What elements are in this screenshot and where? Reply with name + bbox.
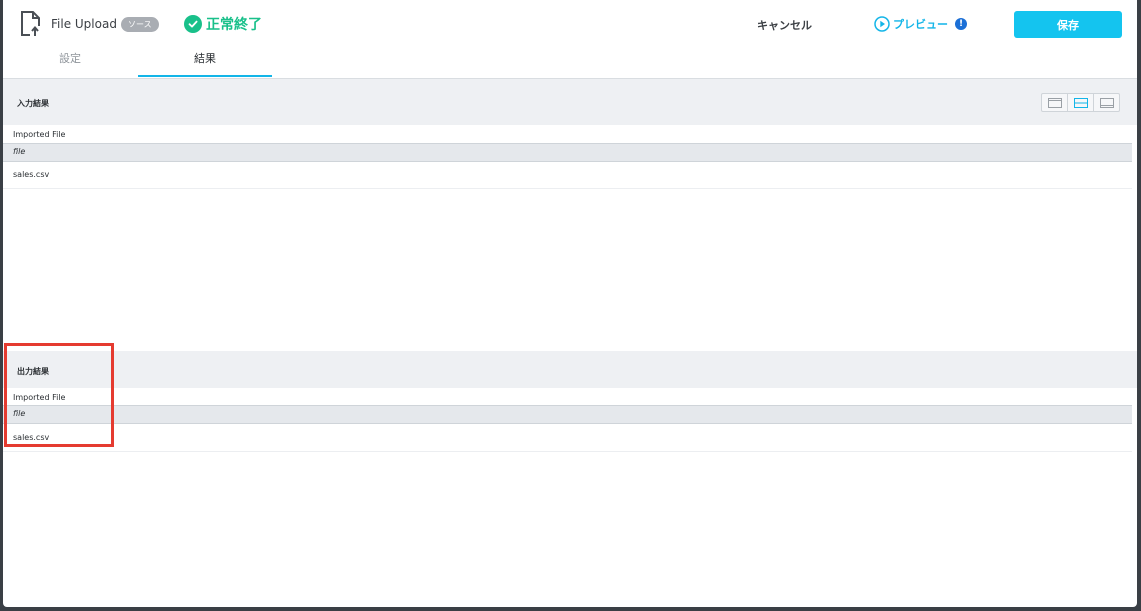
column-name: file — [13, 147, 26, 156]
result-panel: File Upload ソース 正常終了 キャンセル プレビュー ! 保存 設定… — [3, 0, 1137, 607]
check-circle-icon — [184, 15, 202, 33]
preview-label: プレビュー — [893, 18, 948, 31]
input-section-title: 入力結果 — [17, 99, 49, 108]
view-toggle — [1041, 93, 1120, 112]
layout-bottom-icon[interactable] — [1094, 94, 1119, 111]
run-status: 正常終了 — [184, 14, 262, 34]
play-circle-icon — [874, 16, 890, 32]
status-text: 正常終了 — [206, 17, 262, 33]
panel-header: File Upload ソース 正常終了 キャンセル プレビュー ! 保存 設定… — [3, 0, 1137, 78]
save-button[interactable]: 保存 — [1014, 11, 1122, 38]
layout-top-icon[interactable] — [1042, 94, 1068, 111]
component-title: File Upload — [51, 17, 117, 31]
tab-settings[interactable]: 設定 — [3, 47, 137, 77]
highlight-annotation — [4, 343, 114, 447]
cancel-button[interactable]: キャンセル — [757, 17, 812, 33]
table-row: sales.csv — [3, 424, 1132, 452]
table-row: sales.csv — [3, 161, 1132, 189]
tab-results[interactable]: 結果 — [138, 47, 272, 77]
cell-value: sales.csv — [13, 170, 50, 179]
output-section-header: 出力結果 — [3, 351, 1137, 388]
preview-button[interactable]: プレビュー ! — [874, 16, 967, 32]
alert-icon: ! — [955, 18, 967, 30]
input-column-header: file — [3, 143, 1132, 162]
output-column-header: file — [3, 405, 1132, 424]
layout-split-icon[interactable] — [1068, 94, 1094, 111]
input-table-caption: Imported File — [13, 130, 66, 139]
input-section-header: 入力結果 — [3, 79, 1137, 125]
source-badge: ソース — [121, 17, 159, 32]
file-upload-icon — [21, 11, 42, 37]
